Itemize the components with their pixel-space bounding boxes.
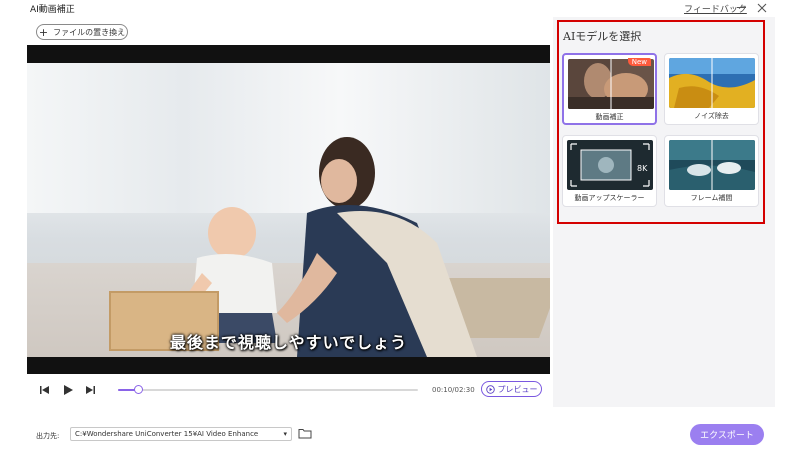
frame-interpolation-thumbnail: [669, 140, 755, 190]
model-card-frame-interpolation[interactable]: フレーム補間: [664, 135, 759, 207]
model-card-video-upscaler[interactable]: 8K 動画アップスケーラー: [562, 135, 657, 207]
model-card-label: 動画アップスケーラー: [574, 194, 645, 202]
previous-frame-icon[interactable]: [39, 383, 51, 397]
model-card-noise-removal[interactable]: ノイズ除去: [664, 53, 759, 125]
timecode: 00:10/02:30: [432, 386, 475, 394]
replace-file-label: ファイルの置き換え: [53, 27, 126, 37]
output-path-value: C:¥Wondershare UniConverter 15¥AI Video …: [75, 430, 259, 438]
folder-icon[interactable]: [298, 428, 312, 439]
noise-removal-thumbnail: [669, 58, 755, 108]
video-subtitle: 最後まで視聴しやすいでしょう: [169, 333, 408, 352]
model-card-label: 動画補正: [595, 113, 624, 121]
preview-button[interactable]: プレビュー: [481, 381, 542, 397]
model-card-label: フレーム補間: [690, 194, 733, 202]
chevron-down-icon: ▾: [283, 430, 287, 438]
next-frame-icon[interactable]: [84, 383, 96, 397]
output-path-select[interactable]: C:¥Wondershare UniConverter 15¥AI Video …: [70, 427, 292, 441]
progress-bar[interactable]: [118, 385, 418, 394]
model-card-video-enhance[interactable]: New 動画補正: [562, 53, 657, 125]
minimize-icon[interactable]: [734, 0, 748, 14]
new-badge: New: [627, 58, 651, 66]
upscaler-8k-text: 8K: [637, 164, 648, 173]
replace-file-button[interactable]: + ファイルの置き換え: [36, 24, 128, 40]
plus-icon: +: [38, 25, 49, 39]
model-card-label: ノイズ除去: [694, 112, 729, 120]
title-bar: AI動画補正 フィードバック: [0, 0, 800, 16]
export-button[interactable]: エクスポート: [690, 424, 764, 445]
preview-play-icon: [485, 384, 495, 394]
video-preview[interactable]: 最後まで視聴しやすいでしょう: [27, 45, 550, 374]
video-enhance-thumbnail: [568, 59, 654, 109]
progress-handle[interactable]: [134, 385, 144, 394]
video-frame: 最後まで視聴しやすいでしょう: [27, 63, 550, 357]
mother-figure: [277, 137, 477, 357]
model-section-title: AIモデルを選択: [563, 30, 642, 43]
play-icon[interactable]: [62, 383, 74, 397]
video-upscaler-thumbnail: 8K: [567, 140, 653, 190]
close-icon[interactable]: [755, 0, 769, 14]
output-label: 出力先:: [36, 432, 60, 440]
app-title: AI動画補正: [30, 5, 75, 15]
preview-label: プレビュー: [497, 384, 538, 394]
